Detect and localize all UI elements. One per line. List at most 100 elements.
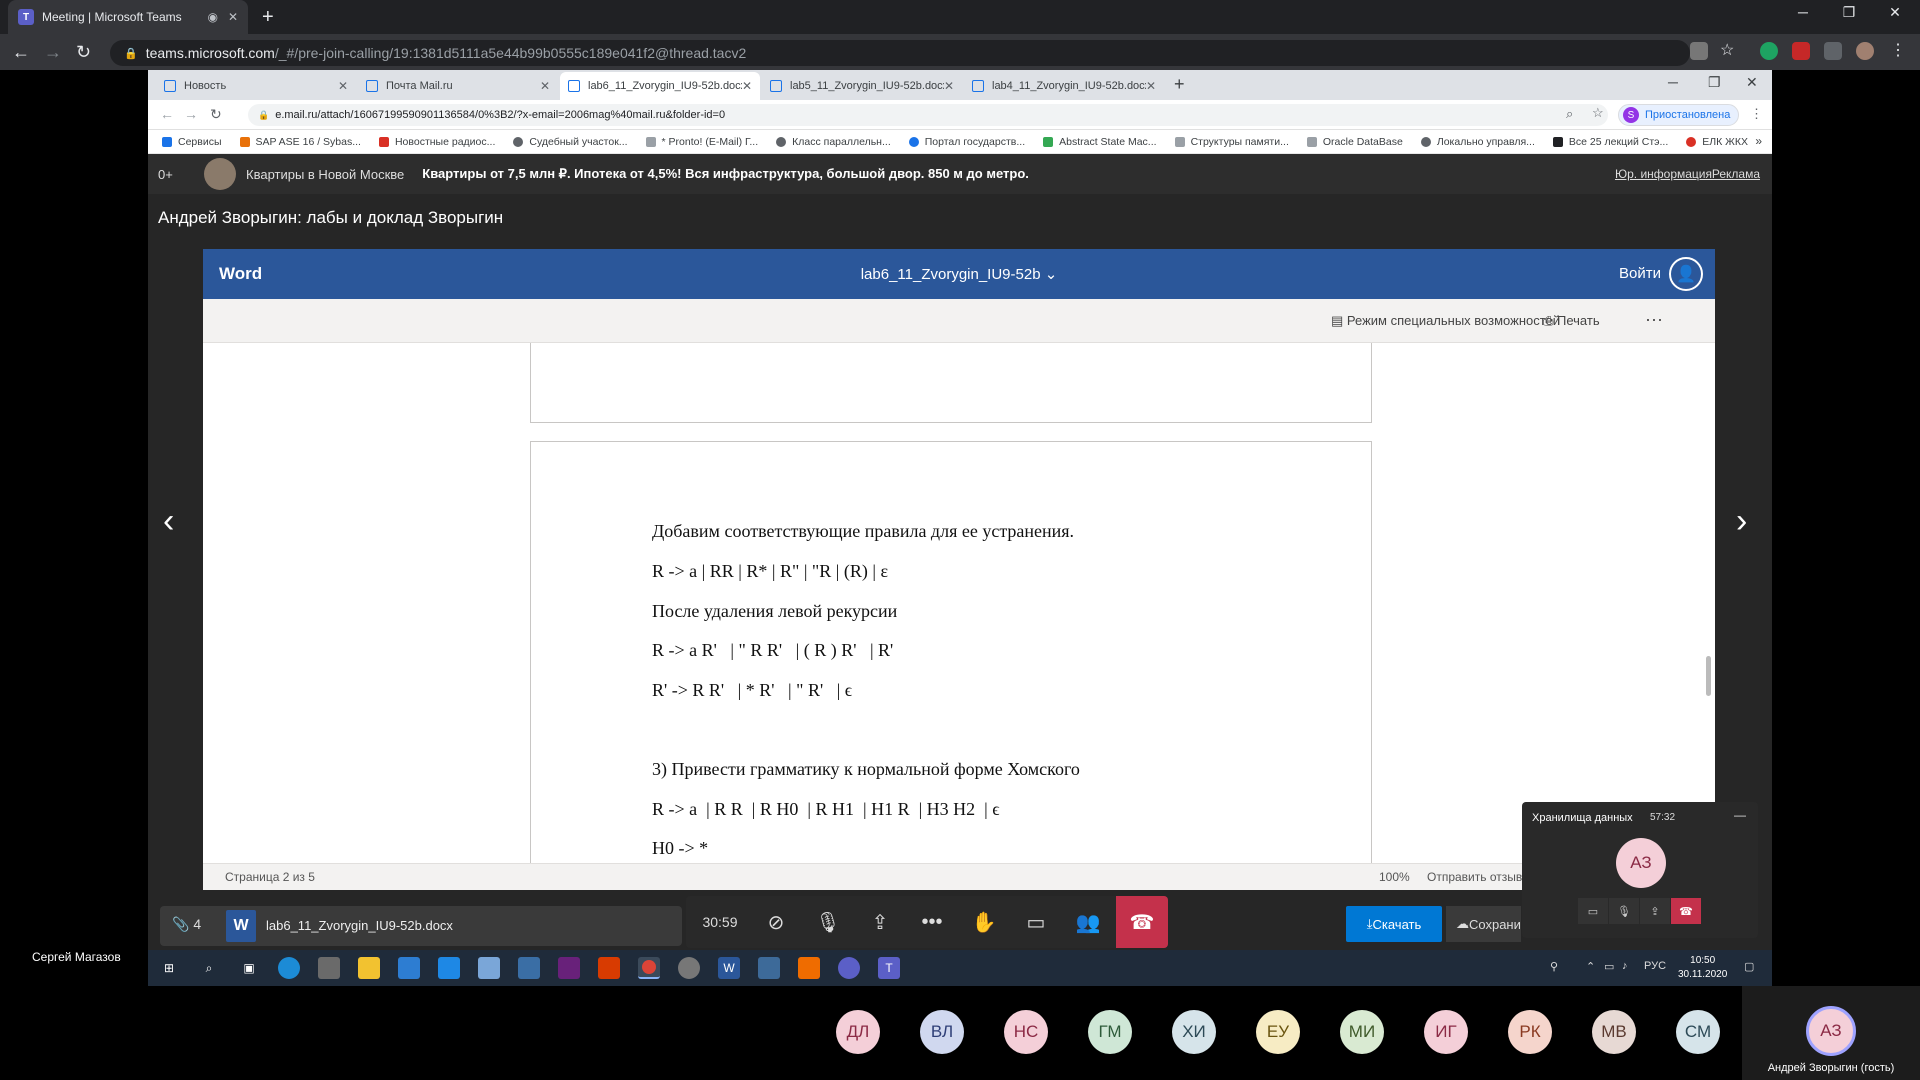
tray-icon[interactable]: ⚲ <box>1550 960 1558 973</box>
share-icon[interactable]: ⇪ <box>1640 898 1670 924</box>
mic-icon[interactable]: 🎙 <box>1609 898 1639 924</box>
minimize-icon[interactable]: ─ <box>1780 4 1826 20</box>
zoom-level[interactable]: 100% <box>1379 870 1410 884</box>
star-icon[interactable]: ☆ <box>1720 40 1738 59</box>
inner-back-icon[interactable]: ← <box>160 106 174 122</box>
window-close-icon[interactable]: ✕ <box>1872 4 1918 21</box>
bookmark-item[interactable]: Локально управля... <box>1420 136 1535 148</box>
app-icon[interactable] <box>398 957 420 979</box>
file-explorer-icon[interactable] <box>358 957 380 979</box>
outer-tab-teams[interactable]: T Meeting | Microsoft Teams ◉ ✕ <box>8 0 248 34</box>
pdf-extension-icon[interactable] <box>1792 42 1810 60</box>
minimize-icon[interactable]: — <box>1734 808 1746 822</box>
inner-tab-active[interactable]: lab6_11_Zvorygin_IU9-52b.docx ✕ <box>560 72 760 100</box>
forward-icon[interactable]: → <box>44 42 62 63</box>
accessibility-mode-button[interactable]: ▤ Режим специальных возможностей <box>1331 313 1560 329</box>
chat-icon[interactable]: ▭ <box>1010 910 1062 935</box>
language-indicator[interactable]: РУС <box>1644 960 1666 972</box>
inner-close-icon[interactable]: ✕ <box>1746 74 1758 91</box>
participant-avatar[interactable]: ИГ <box>1424 1010 1468 1054</box>
raise-hand-icon[interactable]: ✋ <box>958 910 1010 935</box>
participant-avatar[interactable]: РК <box>1508 1010 1552 1054</box>
system-clock[interactable]: 10:50 30.11.2020 <box>1678 954 1727 982</box>
bookmark-item[interactable]: Новостные радиос... <box>378 136 495 148</box>
restore-icon[interactable]: ❐ <box>1826 4 1872 21</box>
more-actions-icon[interactable]: ••• <box>906 911 958 934</box>
bookmark-item[interactable]: Структуры памяти... <box>1174 136 1289 148</box>
bookmark-item[interactable]: Oracle DataBase <box>1306 136 1403 148</box>
inner-tab[interactable]: lab5_11_Zvorygin_IU9-52b.docx ✕ <box>762 72 962 100</box>
participant-avatar[interactable]: МВ <box>1592 1010 1636 1054</box>
address-bar[interactable]: 🔒 teams.microsoft.com /_#/pre-join-calli… <box>110 40 1690 66</box>
ad-legal-link[interactable]: Юр. информация <box>1615 167 1712 181</box>
mail-icon[interactable] <box>438 957 460 979</box>
inner-tab[interactable]: lab4_11_Zvorygin_IU9-52b.docx ✕ <box>964 72 1164 100</box>
save-to-cloud-button[interactable]: ☁ Сохранить <box>1446 906 1521 942</box>
viewer-scrollbar[interactable] <box>1706 656 1711 696</box>
ad-banner[interactable]: 0+ Квартиры в Новой Москве Квартиры от 7… <box>148 154 1772 194</box>
extensions-icon[interactable] <box>1824 42 1842 60</box>
app-icon[interactable] <box>838 957 860 979</box>
notifications-icon[interactable]: ▢ <box>1744 960 1754 973</box>
bookmark-item[interactable]: ЕЛК ЖКХ <box>1686 136 1748 148</box>
star-icon[interactable]: ☆ <box>1592 105 1604 121</box>
call-mini-window[interactable]: Хранилища данных 57:32 — АЗ ▭ 🎙 ⇪ ☎ <box>1522 802 1758 938</box>
app-icon[interactable] <box>798 957 820 979</box>
edge-icon[interactable] <box>278 957 300 979</box>
previous-attachment-icon[interactable]: ‹ <box>163 502 174 541</box>
camera-icon[interactable] <box>1690 42 1708 60</box>
download-button[interactable]: ⤓ Скачать <box>1346 906 1442 942</box>
sign-in-link[interactable]: Войти <box>1619 265 1661 282</box>
app-icon[interactable] <box>758 957 780 979</box>
bookmark-item[interactable]: Класс параллельн... <box>776 136 891 148</box>
inner-menu-icon[interactable]: ⋮ <box>1750 106 1763 122</box>
inner-new-tab-button[interactable]: + <box>1174 74 1185 95</box>
print-button[interactable]: ⎙ Печать <box>1543 313 1600 329</box>
participant-avatar[interactable]: ХИ <box>1172 1010 1216 1054</box>
back-icon[interactable]: ← <box>12 42 30 63</box>
participant-avatar[interactable]: СМ <box>1676 1010 1720 1054</box>
word-icon[interactable]: W <box>718 957 740 979</box>
document-canvas[interactable]: Добавим соответствующие правила для ее у… <box>203 343 1715 863</box>
bookmark-item[interactable]: * Pronto! (E-Mail) Г... <box>645 136 758 148</box>
profile-avatar[interactable] <box>1856 42 1874 60</box>
hang-up-button[interactable]: ☎ <box>1116 896 1168 948</box>
inner-tab[interactable]: Почта Mail.ru ✕ <box>358 72 558 100</box>
participant-avatar[interactable]: ВЛ <box>920 1010 964 1054</box>
inner-minimize-icon[interactable]: ─ <box>1668 74 1678 90</box>
camera-icon[interactable]: ▭ <box>1578 898 1608 924</box>
user-icon[interactable]: 👤 <box>1669 257 1703 291</box>
feedback-link[interactable]: Отправить отзыв <box>1427 870 1522 884</box>
inner-tab[interactable]: Новость ✕ <box>156 72 356 100</box>
store-icon[interactable] <box>318 957 340 979</box>
visual-studio-icon[interactable] <box>558 957 580 979</box>
search-icon[interactable]: ⌕ <box>198 957 220 979</box>
bookmark-item[interactable]: Все 25 лекций Стэ... <box>1552 136 1668 148</box>
app-icon[interactable] <box>678 957 700 979</box>
bookmarks-overflow-icon[interactable]: » <box>1755 134 1762 148</box>
inner-address-bar[interactable]: 🔒 e.mail.ru/attach/16067199590901136584/… <box>248 104 1608 126</box>
teams-icon[interactable]: T <box>878 957 900 979</box>
close-tab-icon[interactable]: ✕ <box>944 79 954 93</box>
office-icon[interactable] <box>598 957 620 979</box>
app-icon[interactable] <box>518 957 540 979</box>
zoom-icon[interactable]: ⌕ <box>1566 106 1573 122</box>
volume-icon[interactable]: ♪ <box>1622 960 1628 972</box>
document-name-dropdown[interactable]: lab6_11_Zvorygin_IU9-52b ⌄ <box>203 265 1715 283</box>
participant-avatar[interactable]: МИ <box>1340 1010 1384 1054</box>
attachments-count-button[interactable]: 📎 4 <box>172 916 201 933</box>
bookmark-item[interactable]: SAP ASE 16 / Sybas... <box>239 136 361 148</box>
ad-link[interactable]: Реклама <box>1712 167 1760 181</box>
participant-avatar[interactable]: ЕУ <box>1256 1010 1300 1054</box>
chrome-icon[interactable] <box>638 957 660 979</box>
close-tab-icon[interactable]: ✕ <box>1146 79 1156 93</box>
bookmark-item[interactable]: Портал государств... <box>908 136 1025 148</box>
close-tab-icon[interactable]: ✕ <box>742 79 752 93</box>
participant-avatar[interactable]: ГМ <box>1088 1010 1132 1054</box>
profile-paused-button[interactable]: S Приостановлена <box>1618 104 1740 126</box>
next-attachment-icon[interactable]: › <box>1736 502 1747 541</box>
menu-icon[interactable]: ⋮ <box>1890 40 1908 59</box>
close-tab-icon[interactable]: ✕ <box>540 79 550 93</box>
more-options-button[interactable]: ··· <box>1645 309 1663 330</box>
inner-forward-icon[interactable]: → <box>184 106 198 122</box>
